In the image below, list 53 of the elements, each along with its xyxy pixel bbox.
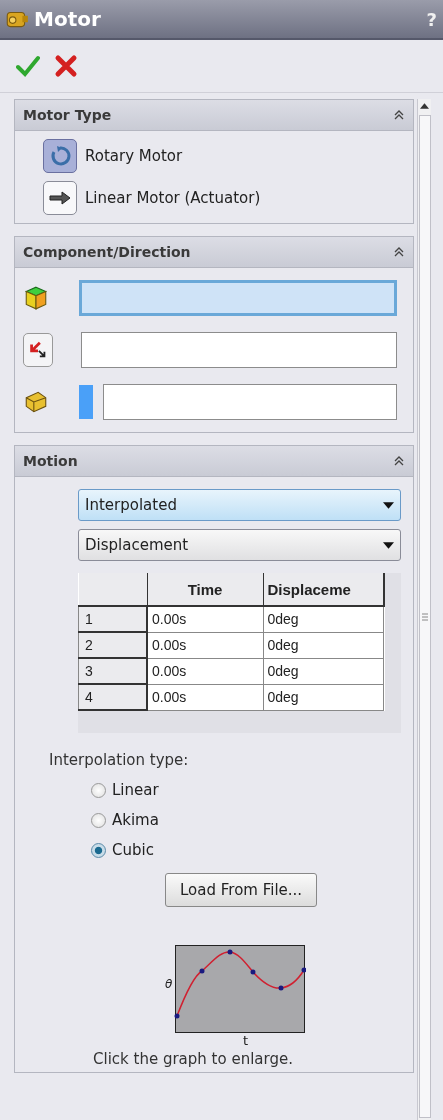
table-cell[interactable]: 0deg — [263, 606, 384, 632]
column-header: Displaceme — [263, 573, 384, 606]
direction-button[interactable] — [23, 333, 53, 367]
dropdown-arrow-icon — [383, 541, 394, 549]
selection-marker — [79, 385, 93, 419]
collapse-icon[interactable] — [393, 109, 405, 121]
interpolation-label: Interpolation type: — [49, 751, 190, 769]
radio-button[interactable] — [91, 842, 106, 858]
table-cell[interactable]: 0deg — [263, 684, 384, 710]
motor-type-option[interactable]: Rotary Motor — [85, 147, 183, 165]
section-title: Motion — [23, 453, 78, 469]
axis-label: θ — [165, 977, 173, 991]
column-header — [78, 573, 147, 606]
graph-drawing[interactable] — [174, 945, 307, 1033]
collapse-icon[interactable] — [393, 455, 405, 467]
dropdown[interactable]: Displacement — [78, 529, 401, 561]
radio-button[interactable] — [91, 782, 106, 798]
collapse-icon[interactable] — [393, 246, 405, 258]
selection-field[interactable] — [103, 384, 397, 420]
row-number: 4 — [78, 684, 147, 710]
rotate-arrow-icon — [48, 144, 72, 168]
radio-label[interactable]: Cubic — [112, 841, 154, 859]
table-cell[interactable]: 0.00s — [147, 632, 263, 658]
section-title: Motor Type — [23, 107, 112, 123]
axis-label: t — [243, 1033, 249, 1048]
table-cell[interactable]: 0.00s — [147, 658, 263, 684]
scroll-up-icon[interactable] — [420, 103, 429, 109]
window-title: Motor — [34, 7, 102, 31]
graph-caption: Click the graph to enlarge. — [93, 1050, 294, 1068]
selection-field[interactable] — [79, 280, 397, 316]
load-file-button[interactable]: Load From File... — [165, 873, 318, 907]
row-number: 2 — [78, 632, 147, 658]
rotary-button[interactable] — [43, 139, 77, 173]
close-icon[interactable] — [54, 54, 78, 78]
section-title: Component/Direction — [23, 244, 191, 260]
linear-button[interactable] — [43, 181, 77, 215]
table-cell[interactable]: 0.00s — [147, 684, 263, 710]
dropdown-arrow-icon — [383, 501, 394, 509]
radio-label[interactable]: Linear — [112, 781, 159, 799]
row-number: 3 — [78, 658, 147, 684]
table-cell[interactable]: 0deg — [263, 658, 384, 684]
checkmark-icon[interactable] — [16, 54, 40, 78]
table-cell[interactable]: 0deg — [263, 632, 384, 658]
row-number: 1 — [78, 606, 147, 632]
motor-type-option[interactable]: Linear Motor (Actuator) — [85, 189, 261, 207]
dropdown[interactable]: Interpolated — [78, 489, 401, 521]
cube-icon — [23, 285, 49, 311]
part-icon — [23, 389, 49, 415]
radio-button[interactable] — [91, 812, 106, 828]
column-header: Time — [147, 573, 263, 606]
table-cell[interactable]: 0.00s — [147, 606, 263, 632]
selection-field[interactable] — [81, 332, 397, 368]
radio-label[interactable]: Akima — [112, 811, 159, 829]
